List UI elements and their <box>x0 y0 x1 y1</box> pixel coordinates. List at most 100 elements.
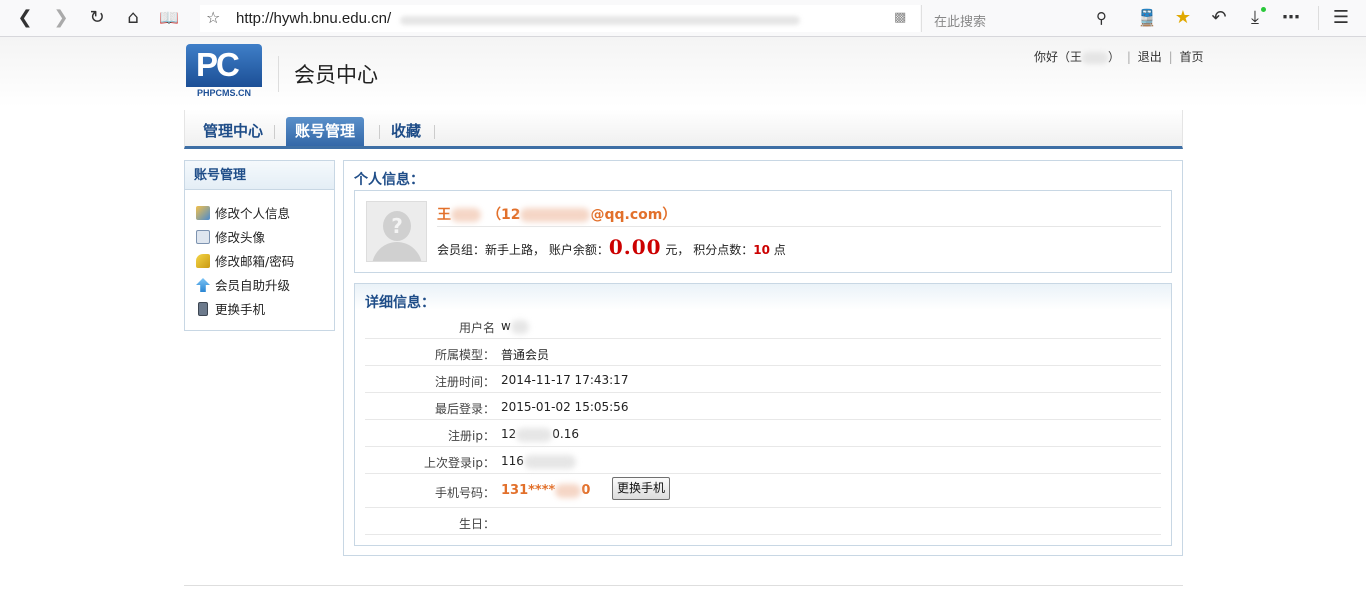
detail-row-phone: 手机号码： 131**** 0 更换手机 <box>365 474 1161 508</box>
row-value: w <box>501 319 529 334</box>
sidebar-item-edit-profile[interactable]: 修改个人信息 <box>196 204 290 224</box>
detail-info-title: 详细信息： <box>365 295 435 311</box>
avatar-body <box>372 242 422 261</box>
group-label: 会员组： <box>437 243 486 257</box>
sidebar-item-edit-avatar[interactable]: 修改头像 <box>196 228 265 248</box>
site-logo[interactable]: PC PHPCMS.CN <box>186 44 262 99</box>
detail-row-username: 用户名 w <box>365 312 1161 339</box>
home-icon[interactable]: ⌂ <box>122 7 144 29</box>
username-redacted <box>1082 51 1109 64</box>
personal-info-title: 个人信息： <box>354 172 424 188</box>
sidebar-item-label: 修改头像 <box>215 230 266 245</box>
phone-prefix: 131**** <box>501 483 556 498</box>
greeting-prefix: 你好（王 <box>1034 50 1083 64</box>
detail-row-last-ip: 上次登录ip： 116 <box>365 447 1161 474</box>
tab-management-center[interactable]: 管理中心 <box>194 117 272 146</box>
row-value: 2014-11-17 17:43:17 <box>501 373 629 387</box>
row-label: 生日： <box>458 517 495 531</box>
logo-mark: PC <box>186 44 262 87</box>
sidebar-item-label: 修改个人信息 <box>215 206 291 221</box>
account-summary: 会员组：新手上路， 账户余额：0.00 元， 积分点数：10 点 <box>437 235 786 259</box>
sidebar-item-label: 修改邮箱/密码 <box>215 254 295 269</box>
reload-icon[interactable]: ↻ <box>86 7 108 29</box>
url-bar[interactable]: ☆ http://hywh.bnu.edu.cn/ ▩ <box>200 5 920 32</box>
name-redacted <box>451 208 481 222</box>
tab-separator <box>434 125 435 139</box>
balance-label: ， 账户余额： <box>533 243 609 257</box>
upgrade-arrow-icon <box>196 278 210 292</box>
row-label: 上次登录ip： <box>424 456 495 470</box>
sidebar-item-edit-email-password[interactable]: 修改邮箱/密码 <box>196 252 294 272</box>
main-nav: 管理中心 账号管理 收藏 <box>184 110 1183 149</box>
tab-favorites[interactable]: 收藏 <box>382 117 430 146</box>
personal-info-box: ? 王 （12 @qq.com） 会员组：新手上路， 账户余额：0.00 元， 积分… <box>354 190 1172 273</box>
tab-separator <box>379 125 380 139</box>
row-label: 所属模型： <box>434 348 495 362</box>
row-label: 注册ip： <box>448 429 495 443</box>
email-prefix: （12 <box>487 207 521 223</box>
balance-value: 0.00 <box>608 235 662 259</box>
qr-code-icon[interactable]: ▩ <box>894 10 906 25</box>
menu-hamburger-icon[interactable]: ☰ <box>1330 7 1352 29</box>
sidebar-item-label: 更换手机 <box>215 302 266 317</box>
row-value: 12 0.16 <box>501 427 579 442</box>
row-label: 用户名 <box>458 321 495 335</box>
sidebar-item-change-phone[interactable]: 更换手机 <box>196 300 265 320</box>
row-value: 2015-01-02 15:05:56 <box>501 400 629 414</box>
detail-row-register-time: 注册时间： 2014-11-17 17:43:17 <box>365 366 1161 393</box>
row-value: 116 <box>501 454 576 469</box>
row-value: 普通会员 <box>501 348 550 362</box>
detail-row-last-login: 最后登录： 2015-01-02 15:05:56 <box>365 393 1161 420</box>
username-value: w <box>501 319 511 333</box>
home-link[interactable]: 首页 <box>1179 50 1203 64</box>
detail-info-box: 详细信息： 用户名 w 所属模型： 普通会员 注册时间： 2014-11-17 … <box>354 283 1172 546</box>
row-label: 最后登录： <box>434 402 495 416</box>
extension-train-icon[interactable]: 🚆 <box>1136 7 1158 29</box>
ip-redacted <box>516 427 553 442</box>
sidebar-item-upgrade[interactable]: 会员自助升级 <box>196 276 290 296</box>
sidebar: 账号管理 修改个人信息 修改头像 修改邮箱/密码 会员自助升级 更换手机 <box>184 160 335 331</box>
undo-icon[interactable]: ↶ <box>1208 7 1230 29</box>
url-redacted <box>400 16 800 25</box>
page-title: 会员中心 <box>294 63 378 87</box>
forward-icon[interactable]: ❯ <box>50 7 72 29</box>
page: PC PHPCMS.CN 会员中心 你好（王 ） | 退出 | 首页 管理中心 账… <box>0 37 1366 603</box>
ip-prefix: 116 <box>501 454 524 468</box>
toolbar-divider <box>1318 6 1319 30</box>
detail-row-register-ip: 注册ip： 12 0.16 <box>365 420 1161 447</box>
back-icon[interactable]: ❮ <box>14 7 36 29</box>
row-label: 手机号码： <box>434 486 495 500</box>
download-status-dot <box>1261 7 1266 12</box>
search-bar[interactable]: 在此搜索 ⚲ <box>921 5 1117 32</box>
more-icon[interactable]: ⋯ <box>1280 7 1302 29</box>
search-icon[interactable]: ⚲ <box>1096 9 1107 27</box>
sidebar-item-label: 会员自助升级 <box>215 278 291 293</box>
detail-row-model: 所属模型： 普通会员 <box>365 339 1161 366</box>
link-separator: | <box>1168 50 1173 64</box>
row-label: 注册时间： <box>434 375 495 389</box>
footer-divider <box>184 585 1183 586</box>
key-icon <box>196 254 210 268</box>
avatar-placeholder-icon: ? <box>383 211 411 241</box>
points-value: 10 <box>753 243 770 257</box>
balance-unit: 元， 积分点数： <box>665 243 754 257</box>
sidebar-title: 账号管理 <box>185 161 334 190</box>
greeting-suffix: ） <box>1108 50 1121 64</box>
bookmark-star-icon[interactable]: ☆ <box>206 8 220 27</box>
url-text: http://hywh.bnu.edu.cn/ <box>236 10 392 27</box>
mobile-phone-icon <box>198 302 208 316</box>
user-edit-icon <box>196 206 210 220</box>
bookmarks-star-icon[interactable]: ★ <box>1172 7 1194 29</box>
email-suffix: @qq.com） <box>590 207 677 223</box>
reader-view-icon[interactable]: 📖 <box>158 7 180 29</box>
change-phone-button[interactable]: 更换手机 <box>612 477 671 500</box>
divider <box>437 226 1161 227</box>
avatar: ? <box>366 201 427 262</box>
detail-row-birthday: 生日： <box>365 508 1161 535</box>
logout-link[interactable]: 退出 <box>1138 50 1162 64</box>
search-placeholder: 在此搜索 <box>934 15 987 30</box>
ip-redacted <box>523 454 576 469</box>
main-panel: 个人信息： ? 王 （12 @qq.com） 会员组：新手上路， 账户余额：0.00… <box>343 160 1183 556</box>
email-redacted <box>520 208 591 222</box>
tab-account-management[interactable]: 账号管理 <box>286 117 365 146</box>
